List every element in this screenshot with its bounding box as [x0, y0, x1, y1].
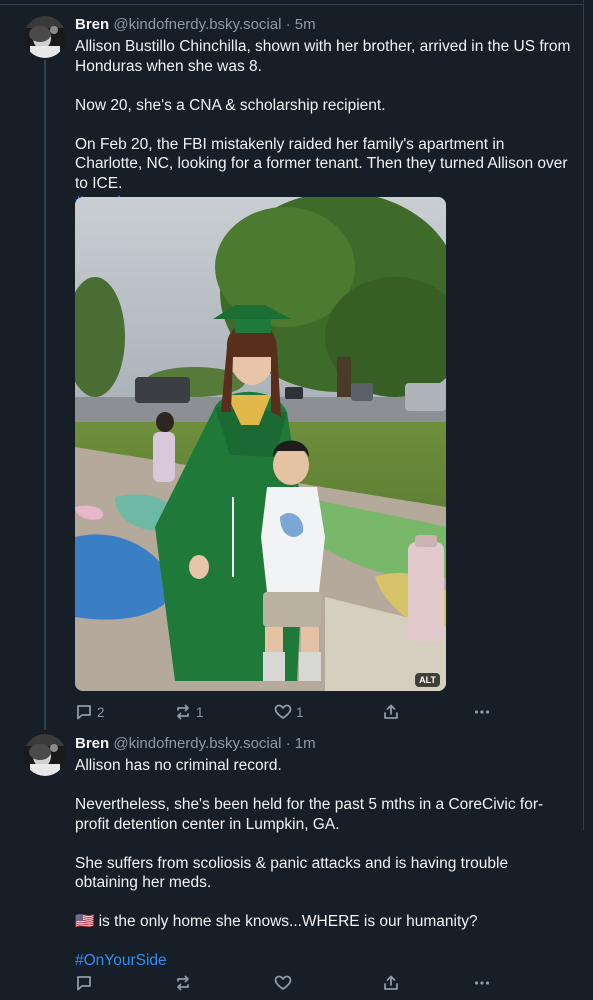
graduation-photo [75, 197, 446, 691]
post-text: Allison Bustillo Chinchilla, shown with … [75, 37, 575, 213]
heart-icon [274, 703, 292, 721]
avatar-image [24, 734, 66, 776]
post-text: Allison has no criminal record. Neverthe… [75, 756, 565, 971]
share-icon [382, 703, 400, 721]
repost-icon [174, 974, 192, 992]
repost-count: 1 [196, 704, 204, 720]
alt-text-badge[interactable]: ALT [415, 673, 440, 687]
divider [0, 4, 584, 5]
repost-icon [174, 703, 192, 721]
author-display-name[interactable]: Bren [75, 16, 109, 33]
post-image[interactable]: ALT [75, 197, 446, 691]
more-icon [473, 974, 491, 992]
post-header: Bren @kindofnerdy.bsky.social · 5m [75, 16, 316, 34]
author-handle[interactable]: @kindofnerdy.bsky.social [113, 735, 281, 752]
post-timestamp[interactable]: 1m [295, 735, 316, 752]
repost-button[interactable]: 1 [174, 701, 204, 723]
separator-dot: · [285, 735, 291, 752]
reply-button[interactable] [75, 972, 97, 994]
reply-icon [75, 974, 93, 992]
post-paragraph: Nevertheless, she's been held for the pa… [75, 796, 544, 833]
divider [583, 0, 584, 830]
like-count: 1 [296, 704, 304, 720]
author-handle[interactable]: @kindofnerdy.bsky.social [113, 16, 281, 33]
thread-connector-line [44, 60, 46, 730]
more-options-button[interactable] [473, 972, 491, 994]
post-timestamp[interactable]: 5m [295, 16, 316, 33]
post-paragraph: Allison Bustillo Chinchilla, shown with … [75, 38, 571, 75]
post-paragraph: Allison has no criminal record. [75, 757, 282, 774]
share-button[interactable] [382, 972, 400, 994]
separator-dot: · [285, 16, 291, 33]
share-button[interactable] [382, 701, 400, 723]
post-paragraph: 🇺🇸 is the only home she knows...WHERE is… [75, 913, 478, 930]
post-paragraph: On Feb 20, the FBI mistakenly raided her… [75, 135, 568, 192]
more-icon [473, 703, 491, 721]
author-display-name[interactable]: Bren [75, 735, 109, 752]
like-button[interactable]: 1 [274, 701, 304, 723]
avatar[interactable] [24, 734, 66, 776]
post-actions [75, 972, 505, 994]
reply-icon [75, 703, 93, 721]
thread-view: Bren @kindofnerdy.bsky.social · 5m Allis… [0, 0, 593, 1000]
post-actions: 2 1 1 [75, 701, 505, 723]
avatar-image [24, 16, 66, 58]
like-button[interactable] [274, 972, 296, 994]
reply-count: 2 [97, 704, 105, 720]
heart-icon [274, 974, 292, 992]
repost-button[interactable] [174, 972, 196, 994]
more-options-button[interactable] [473, 701, 491, 723]
post-header: Bren @kindofnerdy.bsky.social · 1m [75, 735, 316, 753]
post-paragraph: Now 20, she's a CNA & scholarship recipi… [75, 96, 386, 114]
hashtag-link[interactable]: #OnYourSide [75, 951, 565, 971]
share-icon [382, 974, 400, 992]
avatar[interactable] [24, 16, 66, 58]
post-paragraph: She suffers from scoliosis & panic attac… [75, 854, 509, 892]
reply-button[interactable]: 2 [75, 701, 105, 723]
